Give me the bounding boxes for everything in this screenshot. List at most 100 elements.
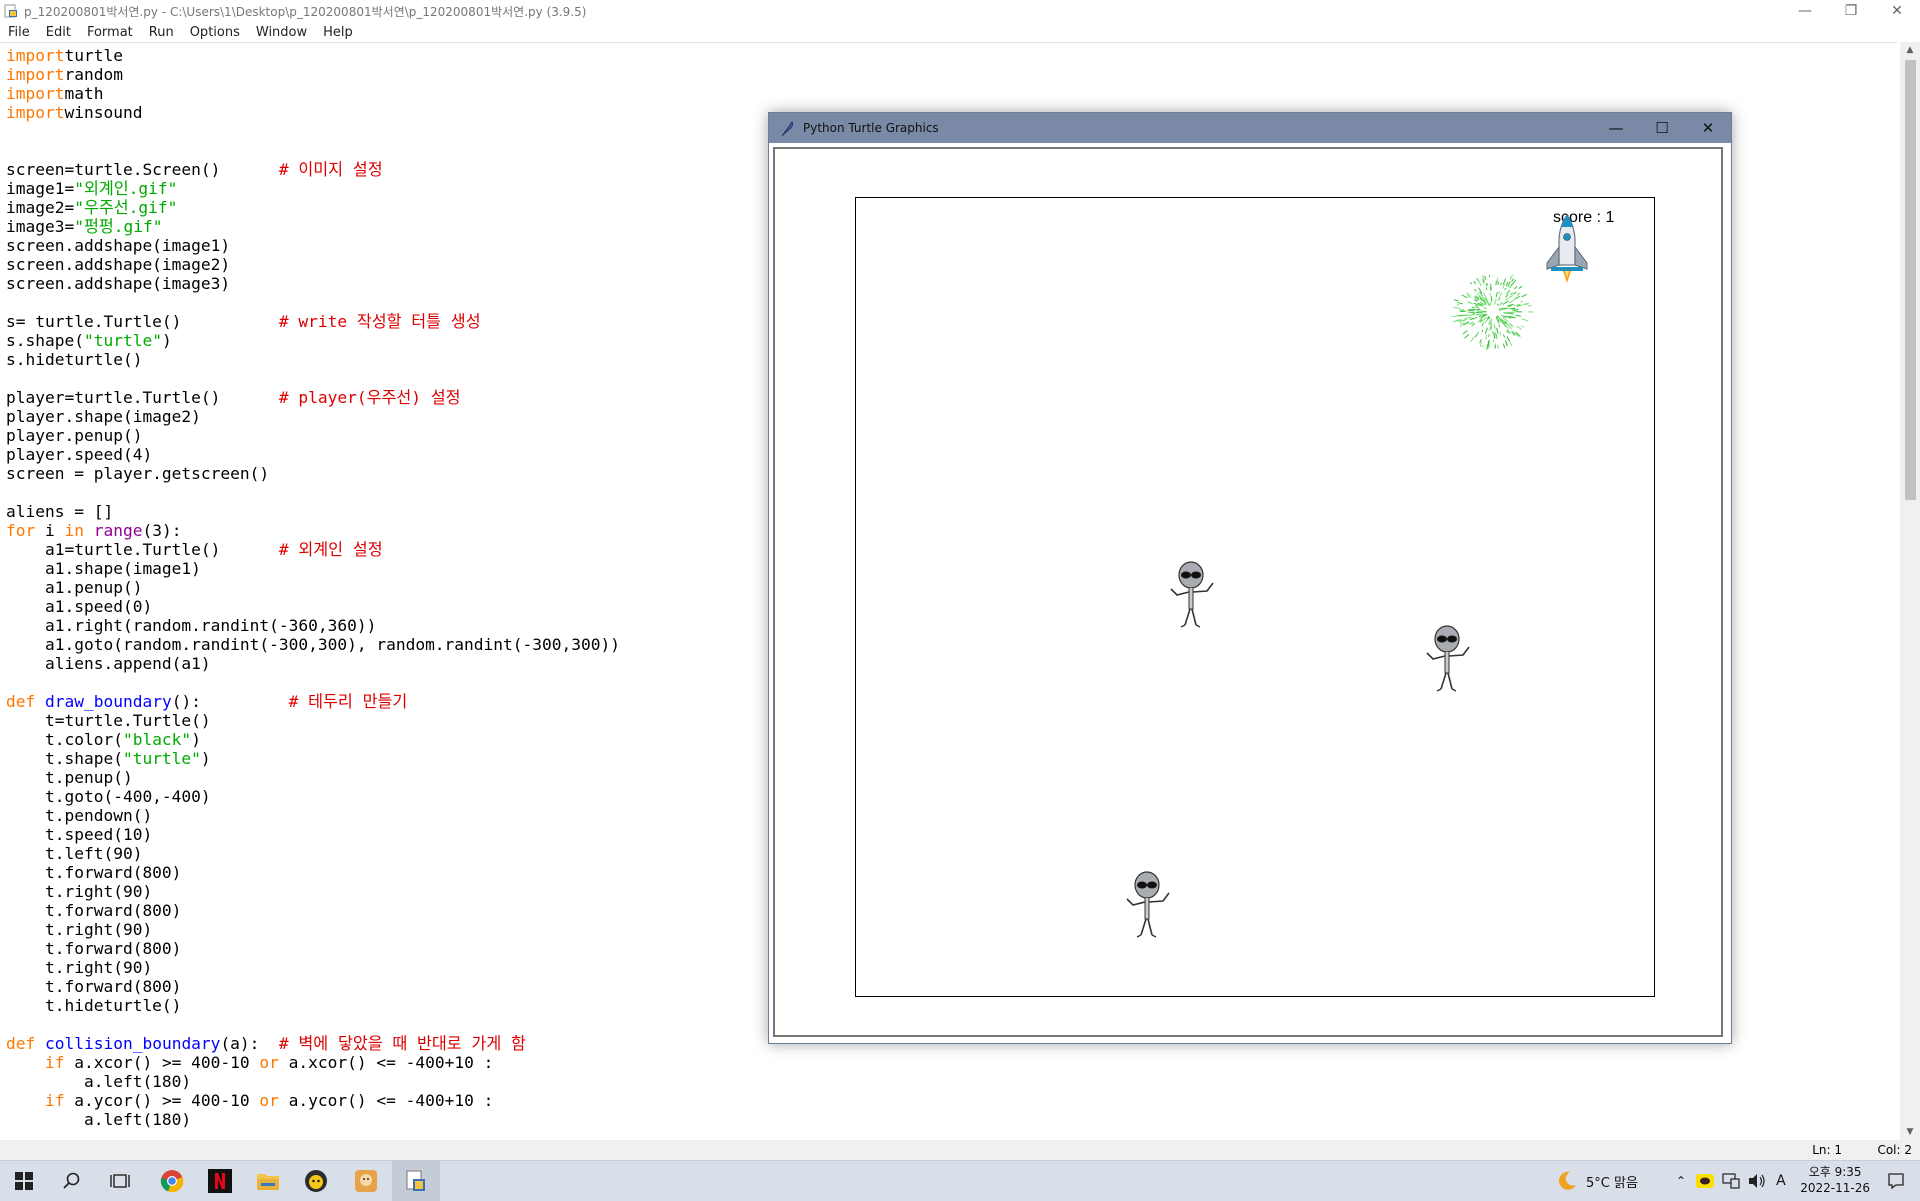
code-line[interactable]: t.right(90) [6, 920, 620, 939]
code-line[interactable]: a1.goto(random.randint(-300,300), random… [6, 635, 620, 654]
code-line[interactable]: screen.addshape(image3) [6, 274, 620, 293]
code-token: t.penup() [6, 768, 133, 787]
code-line[interactable]: aliens.append(a1) [6, 654, 620, 673]
code-line[interactable]: a.left(180) [6, 1110, 620, 1129]
code-line[interactable]: t.right(90) [6, 958, 620, 977]
ime-indicator[interactable]: A [1776, 1173, 1786, 1189]
search-icon [63, 1172, 81, 1190]
code-line[interactable]: screen.addshape(image2) [6, 255, 620, 274]
code-line[interactable]: a1.penup() [6, 578, 620, 597]
code-text[interactable]: importturtleimportrandomimportmathimport… [6, 46, 620, 1129]
code-line[interactable]: t=turtle.Turtle() [6, 711, 620, 730]
code-line[interactable]: t.forward(800) [6, 863, 620, 882]
code-line[interactable]: t.speed(10) [6, 825, 620, 844]
menu-format[interactable]: Format [79, 25, 141, 40]
turtle-close-button[interactable]: ✕ [1685, 113, 1731, 143]
code-line[interactable] [6, 293, 620, 312]
turtle-window-title-bar[interactable]: Python Turtle Graphics — ☐ ✕ [769, 113, 1731, 143]
code-line[interactable]: if a.xcor() >= 400-10 or a.xcor() <= -40… [6, 1053, 620, 1072]
code-line[interactable]: aliens = [] [6, 502, 620, 521]
code-line[interactable] [6, 122, 620, 141]
taskbar-python-idle[interactable] [392, 1161, 440, 1201]
menu-options[interactable]: Options [182, 25, 248, 40]
code-line[interactable]: importmath [6, 84, 620, 103]
code-token: t.right(90) [6, 958, 152, 977]
chevron-up-icon[interactable]: ⌃ [1676, 1174, 1686, 1188]
close-button[interactable]: ✕ [1874, 0, 1920, 22]
code-line[interactable]: screen=turtle.Screen() # 이미지 설정 [6, 160, 620, 179]
code-line[interactable]: player=turtle.Turtle() # player(우주선) 설정 [6, 388, 620, 407]
network-icon[interactable] [1722, 1173, 1740, 1189]
start-button[interactable] [0, 1161, 48, 1201]
code-line[interactable] [6, 483, 620, 502]
notification-button[interactable] [1872, 1161, 1920, 1201]
code-line[interactable]: t.left(90) [6, 844, 620, 863]
code-line[interactable] [6, 1015, 620, 1034]
code-line[interactable] [6, 369, 620, 388]
taskbar-file-explorer[interactable] [244, 1161, 292, 1201]
code-line[interactable]: s.shape("turtle") [6, 331, 620, 350]
code-line[interactable]: t.hideturtle() [6, 996, 620, 1015]
code-line[interactable]: for i in range(3): [6, 521, 620, 540]
code-line[interactable]: t.penup() [6, 768, 620, 787]
code-line[interactable]: importturtle [6, 46, 620, 65]
code-line[interactable]: s.hideturtle() [6, 350, 620, 369]
scroll-thumb[interactable] [1905, 60, 1916, 500]
turtle-minimize-button[interactable]: — [1593, 113, 1639, 143]
code-line[interactable]: def collision_boundary(a): # 벽에 닿았을 때 반대… [6, 1034, 620, 1053]
code-line[interactable]: t.color("black") [6, 730, 620, 749]
code-line[interactable]: t.goto(-400,-400) [6, 787, 620, 806]
code-line[interactable]: a1=turtle.Turtle() # 외계인 설정 [6, 540, 620, 559]
turtle-graphics-window[interactable]: Python Turtle Graphics — ☐ ✕ score : 1 [768, 112, 1732, 1044]
taskbar-chrome[interactable] [148, 1161, 196, 1201]
code-line[interactable]: a1.shape(image1) [6, 559, 620, 578]
code-line[interactable]: a1.right(random.randint(-360,360)) [6, 616, 620, 635]
code-line[interactable]: screen = player.getscreen() [6, 464, 620, 483]
code-line[interactable]: screen.addshape(image1) [6, 236, 620, 255]
code-line[interactable]: if a.ycor() >= 400-10 or a.ycor() <= -40… [6, 1091, 620, 1110]
restore-button[interactable]: ❐ [1828, 0, 1874, 22]
menu-window[interactable]: Window [248, 25, 315, 40]
scroll-up-arrow-icon[interactable]: ▲ [1900, 42, 1920, 58]
menu-file[interactable]: File [0, 25, 38, 40]
clock[interactable]: 오후 9:35 2022-11-26 [1800, 1164, 1870, 1196]
code-line[interactable]: image2="우주선.gif" [6, 198, 620, 217]
volume-icon[interactable] [1748, 1173, 1766, 1189]
menu-help[interactable]: Help [315, 25, 361, 40]
code-line[interactable]: a1.speed(0) [6, 597, 620, 616]
code-line[interactable]: t.forward(800) [6, 901, 620, 920]
code-line[interactable]: t.right(90) [6, 882, 620, 901]
minimize-button[interactable]: — [1782, 0, 1828, 22]
code-line[interactable]: image1="외계인.gif" [6, 179, 620, 198]
scroll-down-arrow-icon[interactable]: ▼ [1900, 1124, 1920, 1140]
menu-edit[interactable]: Edit [38, 25, 79, 40]
code-line[interactable]: image3="펑펑.gif" [6, 217, 620, 236]
search-button[interactable] [48, 1161, 96, 1201]
turtle-maximize-button[interactable]: ☐ [1639, 113, 1685, 143]
task-view-button[interactable] [96, 1161, 144, 1201]
code-line[interactable]: importwinsound [6, 103, 620, 122]
kakaotalk-icon[interactable] [1696, 1174, 1714, 1188]
menu-run[interactable]: Run [141, 25, 182, 40]
code-line[interactable]: t.forward(800) [6, 977, 620, 996]
code-line[interactable]: t.shape("turtle") [6, 749, 620, 768]
code-line[interactable]: s= turtle.Turtle() # write 작성할 터틀 생성 [6, 312, 620, 331]
vertical-scrollbar[interactable]: ▲ ▼ [1900, 42, 1920, 1140]
code-token: image2= [6, 198, 74, 217]
code-line[interactable]: player.penup() [6, 426, 620, 445]
weather-widget[interactable]: 5°C 맑음 [1556, 1161, 1638, 1201]
taskbar-netflix[interactable] [196, 1161, 244, 1201]
code-line[interactable] [6, 141, 620, 160]
code-line[interactable]: importrandom [6, 65, 620, 84]
taskbar-app-character[interactable] [292, 1161, 340, 1201]
code-line[interactable]: player.shape(image2) [6, 407, 620, 426]
code-line[interactable]: a.left(180) [6, 1072, 620, 1091]
code-line[interactable]: player.speed(4) [6, 445, 620, 464]
code-line[interactable]: t.pendown() [6, 806, 620, 825]
code-line[interactable]: def draw_boundary(): # 테두리 만들기 [6, 692, 620, 711]
code-line[interactable] [6, 673, 620, 692]
code-line[interactable]: t.forward(800) [6, 939, 620, 958]
code-token: a1.speed(0) [6, 597, 152, 616]
turtle-canvas[interactable]: score : 1 [773, 147, 1723, 1037]
taskbar-app-game[interactable] [342, 1161, 390, 1201]
